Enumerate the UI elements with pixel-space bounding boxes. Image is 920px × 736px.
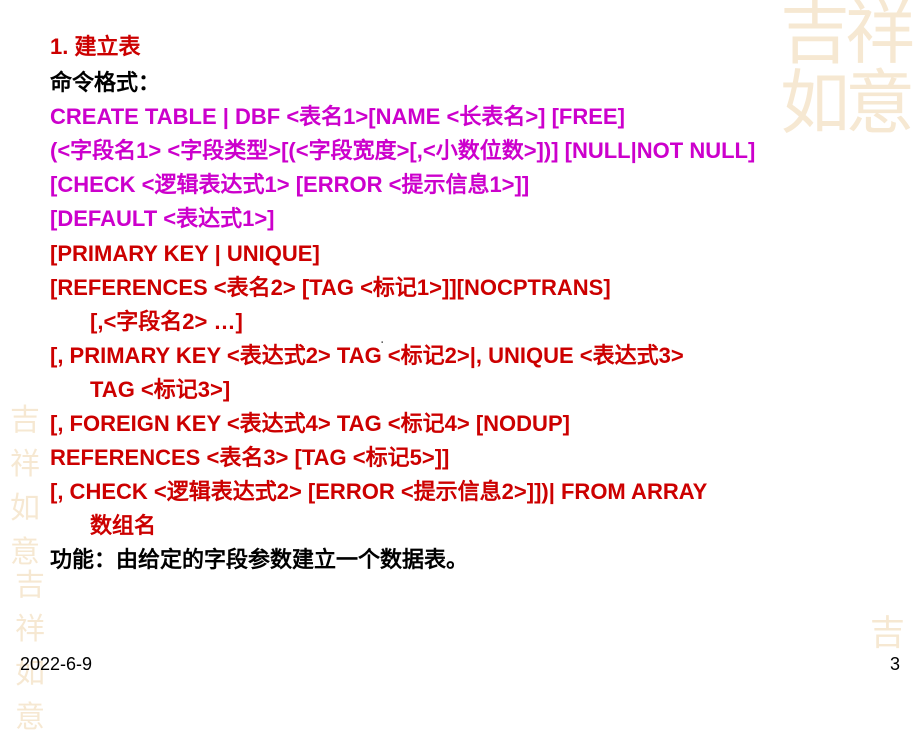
syntax-line-7: [,<字段名2> …]	[50, 305, 880, 339]
syntax-line-4: [DEFAULT <表达式1>]	[50, 202, 880, 236]
command-format-label: 命令格式：	[50, 66, 880, 100]
watermark-char: 吉	[15, 569, 45, 602]
syntax-line-10: [, FOREIGN KEY <表达式4> TAG <标记4> [NODUP]	[50, 407, 880, 441]
section-title: 1. 建立表	[50, 30, 880, 64]
slide-content: 1. 建立表 命令格式： CREATE TABLE | DBF <表名1>[NA…	[50, 30, 880, 578]
watermark-char: 吉	[870, 614, 905, 653]
footer-date: 2022-6-9	[20, 654, 92, 675]
syntax-line-8: [, PRIMARY KEY <表达式2> TAG <标记2>|, UNIQUE…	[50, 339, 880, 373]
watermark-char: 祥	[10, 448, 40, 481]
watermark-char: 祥	[15, 613, 45, 646]
syntax-line-2: (<字段名1> <字段类型>[(<字段宽度>[,<小数位数>])] [NULL|…	[50, 134, 880, 168]
syntax-line-11: REFERENCES <表名3> [TAG <标记5>]]	[50, 441, 880, 475]
function-description: 功能：由给定的字段参数建立一个数据表。	[50, 543, 880, 577]
slide-footer: 2022-6-9 3	[20, 654, 900, 675]
watermark-char: 如	[10, 492, 40, 525]
syntax-line-9: TAG <标记3>]	[50, 373, 880, 407]
syntax-line-13: 数组名	[50, 509, 880, 543]
watermark-char: 意	[15, 701, 45, 734]
dot-mark: .	[380, 330, 384, 348]
footer-page-number: 3	[890, 654, 900, 675]
syntax-line-5: [PRIMARY KEY | UNIQUE]	[50, 237, 880, 271]
watermark-char: 意	[10, 536, 40, 569]
watermark-char: 吉	[10, 404, 40, 437]
syntax-line-1: CREATE TABLE | DBF <表名1>[NAME <长表名>] [FR…	[50, 100, 880, 134]
syntax-line-3: [CHECK <逻辑表达式1> [ERROR <提示信息1>]]	[50, 168, 880, 202]
syntax-line-12: [, CHECK <逻辑表达式2> [ERROR <提示信息2>]])| FRO…	[50, 475, 880, 509]
syntax-line-6: [REFERENCES <表名2> [TAG <标记1>]][NOCPTRANS…	[50, 271, 880, 305]
